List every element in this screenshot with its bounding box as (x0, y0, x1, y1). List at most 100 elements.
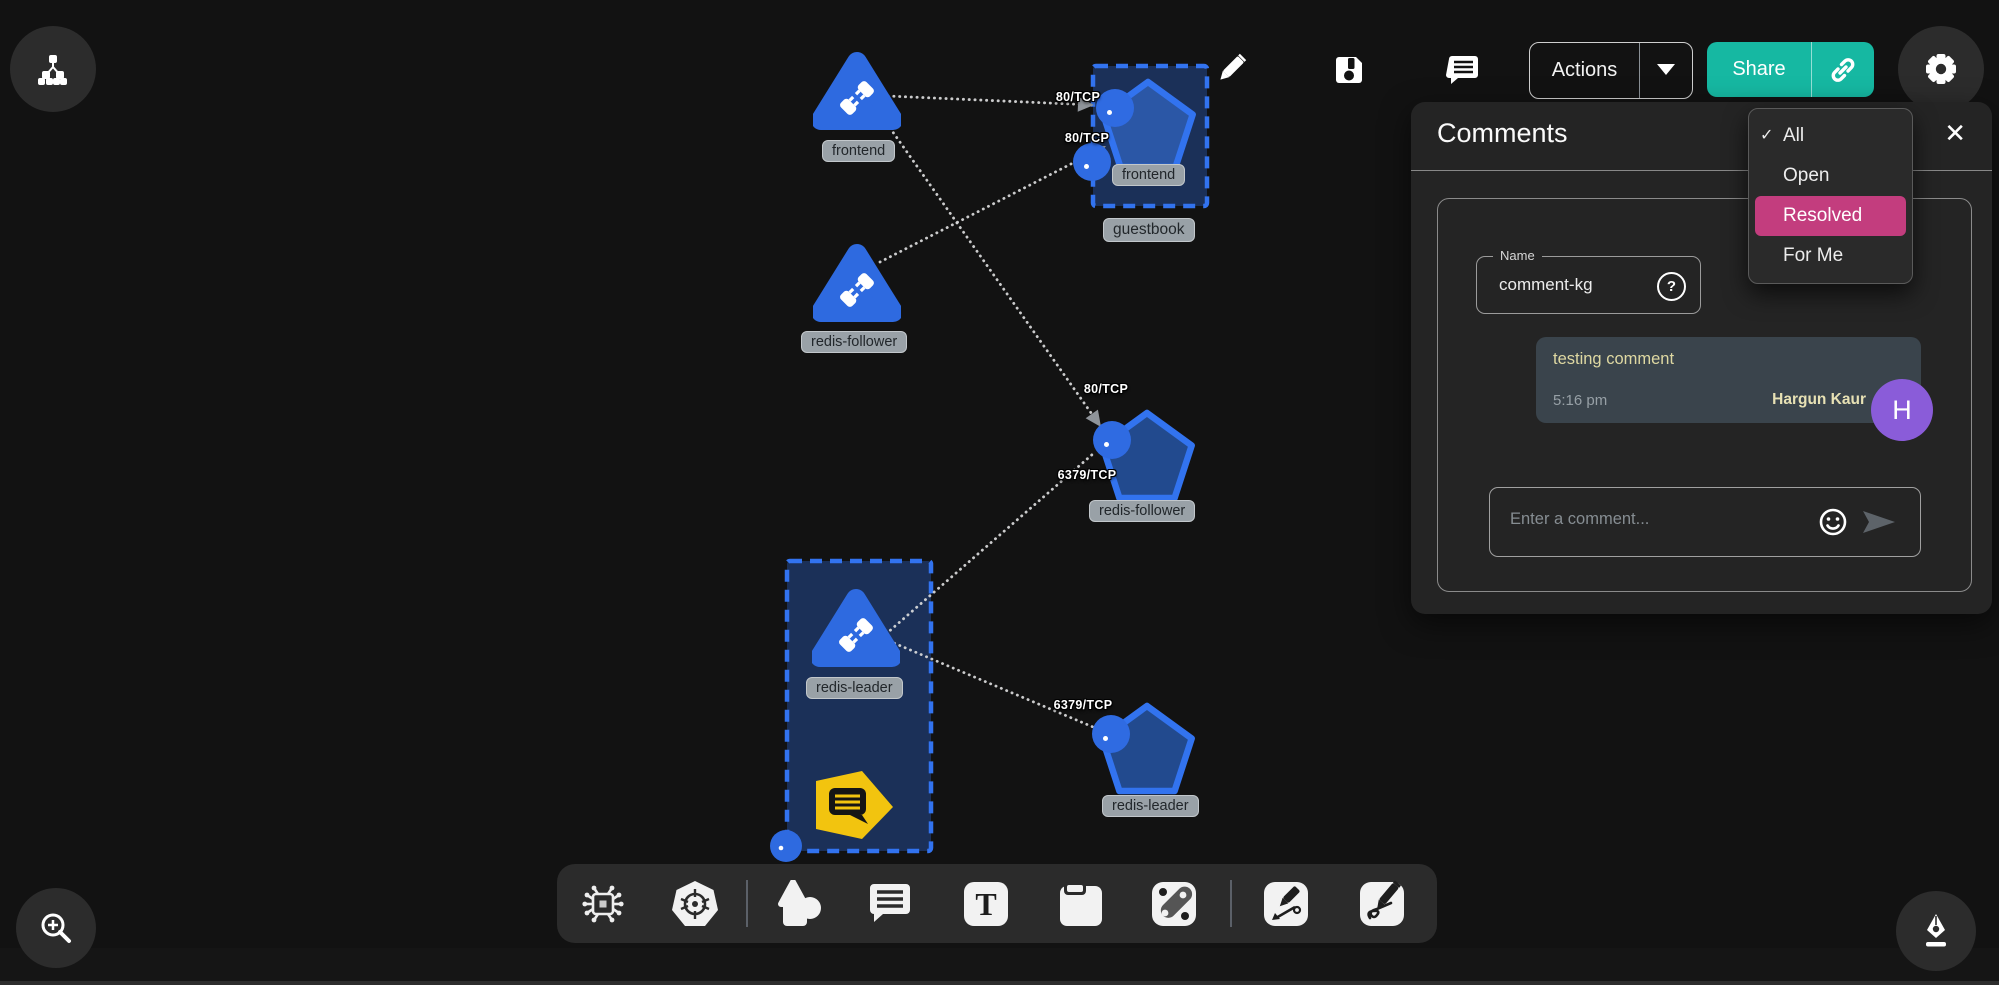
shapes-tool-icon (773, 880, 823, 928)
edit-pencil-button[interactable] (1212, 50, 1250, 88)
edge-port-label: 6379/TCP (1054, 698, 1113, 712)
comment-input[interactable]: Enter a comment... (1489, 487, 1921, 557)
edge-port-label: 80/TCP (1065, 131, 1109, 145)
close-icon[interactable]: ✕ (1944, 118, 1966, 149)
share-button[interactable]: Share (1707, 42, 1874, 97)
cpu-tool-icon (579, 880, 627, 928)
filter-option-label: All (1783, 125, 1804, 146)
filter-option-open[interactable]: Open (1749, 156, 1912, 196)
service-node[interactable] (813, 48, 901, 137)
comments-panel-title: Comments (1437, 118, 1568, 149)
link-icon (1827, 54, 1859, 86)
edge-port-label: 80/TCP (1056, 90, 1100, 104)
node-label: frontend (1112, 164, 1185, 186)
connector-tool-button[interactable] (1150, 880, 1198, 928)
node-label: frontend (822, 140, 895, 162)
copy-link-button[interactable] (1812, 54, 1874, 86)
comment-text: testing comment (1553, 350, 1674, 369)
comment-tool-button[interactable] (865, 880, 915, 928)
app-screen: frontend redis-follower redis-leader fro… (0, 0, 1999, 985)
node-label: redis-follower (801, 331, 907, 353)
emoji-picker-button[interactable] (1818, 507, 1848, 542)
zoom-in-icon (36, 908, 76, 948)
filter-option-all[interactable]: ✓ All (1749, 116, 1912, 156)
actions-dropdown-toggle[interactable] (1640, 62, 1692, 80)
avatar: H (1871, 379, 1933, 441)
chevron-down-icon (1657, 64, 1675, 75)
toolbar-divider (1230, 880, 1232, 927)
pen-arrow-tool-button[interactable] (1262, 880, 1310, 928)
bottom-toolbar: T (557, 864, 1437, 943)
port-dot (1107, 110, 1112, 115)
filter-option-label: Open (1783, 165, 1829, 186)
text-tool-icon: T (962, 880, 1010, 928)
frame-tool-button[interactable] (1057, 880, 1105, 928)
comment-filter-menu: ✓ All Open Resolved For Me (1748, 108, 1913, 284)
pen-arrow-tool-icon (1262, 880, 1310, 928)
share-label: Share (1707, 58, 1811, 81)
filter-option-label: For Me (1783, 245, 1843, 266)
save-button[interactable] (1330, 51, 1368, 89)
edge-line[interactable] (890, 128, 1101, 427)
cpu-tool-button[interactable] (579, 880, 627, 928)
name-field-label: Name (1493, 248, 1542, 263)
edge-port-label: 6379/TCP (1058, 468, 1117, 482)
comments-toggle-button[interactable] (1444, 51, 1482, 89)
yellow-comment-marker-icon (816, 771, 893, 839)
service-triangle-icon (813, 240, 901, 324)
check-icon: ✓ (1760, 116, 1773, 156)
name-field-value: comment-kg (1499, 275, 1593, 295)
pencil-draw-tool-button[interactable] (1358, 880, 1406, 928)
port-circle[interactable] (1073, 143, 1111, 181)
filter-option-resolved[interactable]: Resolved (1755, 196, 1906, 236)
group-label: guestbook (1103, 218, 1195, 242)
edge-port-label: 80/TCP (1084, 382, 1128, 396)
filter-option-label: Resolved (1783, 205, 1862, 226)
comment-marker[interactable] (816, 771, 893, 844)
settings-gear-icon (1919, 47, 1963, 91)
frame-tool-icon (1057, 880, 1105, 928)
service-triangle-icon (812, 585, 900, 669)
service-node[interactable] (813, 240, 901, 329)
kubernetes-tool-button[interactable] (670, 879, 720, 929)
smiley-icon (1818, 507, 1848, 537)
toolbar-divider (746, 880, 748, 927)
zoom-button[interactable] (16, 888, 96, 968)
port-circle[interactable] (1093, 421, 1131, 459)
comment-input-placeholder: Enter a comment... (1510, 510, 1649, 529)
kubernetes-tool-icon (670, 879, 720, 929)
port-dot (1104, 442, 1109, 447)
svg-text:T: T (975, 886, 996, 922)
actions-button[interactable]: Actions (1529, 42, 1693, 99)
service-triangle-icon (813, 48, 901, 132)
port-circle[interactable] (1096, 89, 1134, 127)
pen-nib-icon (1915, 910, 1957, 952)
send-comment-button[interactable] (1862, 510, 1896, 539)
settings-button[interactable] (1898, 26, 1984, 112)
comments-icon (1445, 52, 1482, 89)
port-circle[interactable] (770, 830, 802, 862)
comment-timestamp: 5:16 pm (1553, 392, 1607, 409)
comment-name-field[interactable]: Name comment-kg ? (1476, 256, 1701, 314)
comment-item[interactable]: testing comment 5:16 pm Hargun Kaur (1536, 337, 1921, 423)
filter-option-for-me[interactable]: For Me (1749, 236, 1912, 276)
comment-author: Hargun Kaur (1772, 391, 1866, 409)
save-icon (1331, 52, 1367, 88)
help-icon[interactable]: ? (1657, 272, 1686, 301)
service-node[interactable] (812, 585, 900, 674)
shapes-tool-button[interactable] (773, 880, 823, 928)
node-label: redis-leader (1102, 795, 1199, 817)
send-icon (1862, 510, 1896, 534)
edit-pencil-icon (1213, 51, 1249, 87)
connector-tool-icon (1150, 880, 1198, 928)
layout-hierarchy-button[interactable] (10, 26, 96, 112)
port-dot (1103, 736, 1108, 741)
text-tool-button[interactable]: T (962, 880, 1010, 928)
pencil-draw-tool-icon (1358, 880, 1406, 928)
node-label: redis-follower (1089, 500, 1195, 522)
actions-label: Actions (1530, 59, 1639, 82)
pen-mode-button[interactable] (1896, 891, 1976, 971)
port-circle[interactable] (1092, 715, 1130, 753)
port-dot (1084, 164, 1089, 169)
comment-tool-icon (865, 880, 915, 928)
